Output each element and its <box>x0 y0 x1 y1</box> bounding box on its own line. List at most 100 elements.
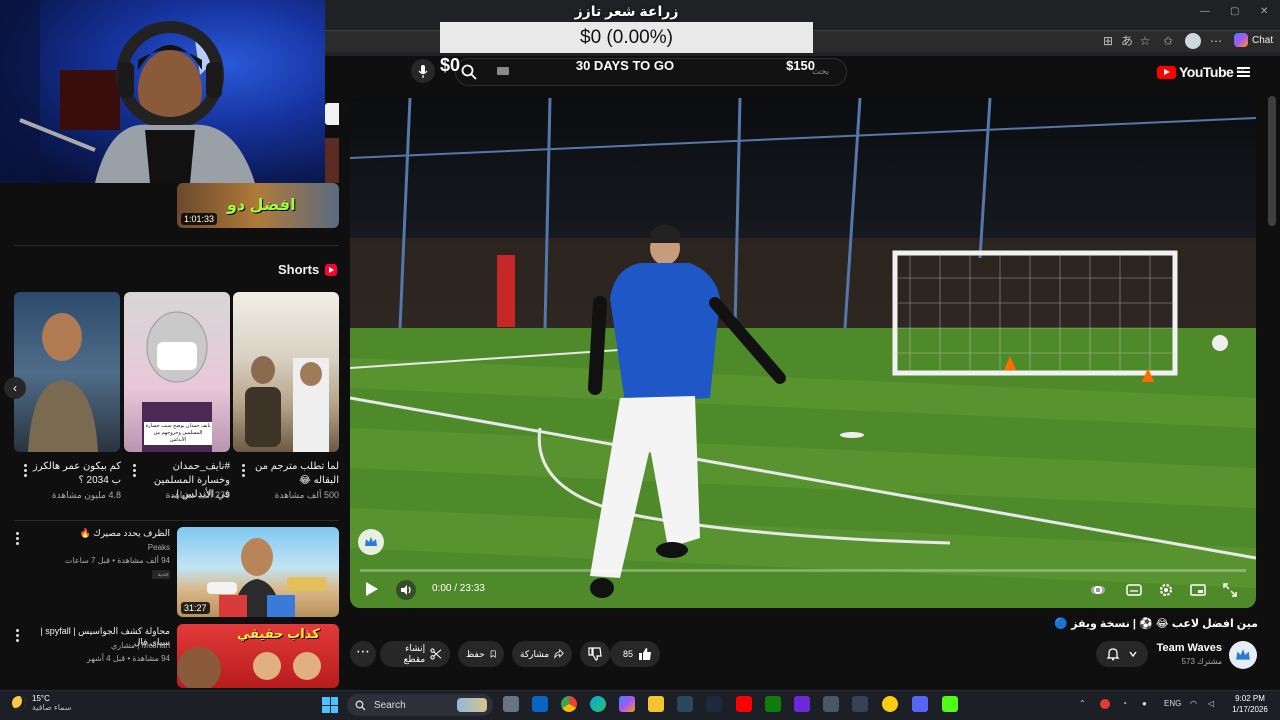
wifi-icon[interactable]: ◠ <box>1190 699 1197 708</box>
progress-bar[interactable] <box>360 569 1246 572</box>
short-menu-button[interactable] <box>242 464 246 479</box>
goal-progress-bar: $0 (0.00%) <box>440 22 813 53</box>
video-player[interactable] <box>350 98 1256 608</box>
start-button[interactable] <box>322 697 338 713</box>
subscribed-bell-button[interactable] <box>1096 641 1148 667</box>
related-video-channel[interactable]: Peaks <box>50 543 170 552</box>
bookmark-icon <box>490 650 496 658</box>
page-scrollbar[interactable] <box>1268 96 1276 226</box>
share-button[interactable]: مشاركة <box>512 641 572 667</box>
network-icon[interactable]: ◔ <box>1122 699 1127 708</box>
profile-avatar[interactable] <box>1185 33 1201 49</box>
search-icon <box>355 700 366 710</box>
taskbar-search[interactable]: Search <box>347 694 493 716</box>
related-video-channel[interactable]: Meshari | مشاري <box>50 641 170 650</box>
like-button[interactable]: 85 <box>610 641 660 667</box>
clip-button[interactable]: إنشاء مقطع <box>380 641 450 667</box>
hamburger-menu-icon[interactable] <box>1237 67 1250 77</box>
related-video-menu-button[interactable] <box>16 629 20 644</box>
app-icon[interactable] <box>852 696 868 712</box>
crown-icon <box>1236 649 1250 660</box>
related-video-meta: 94 مشاهدة • قبل 4 أشهر <box>86 654 170 663</box>
crown-icon <box>365 537 377 546</box>
short-menu-button[interactable] <box>24 464 28 479</box>
subtitles-icon[interactable] <box>1125 581 1143 599</box>
install-app-icon[interactable]: ⊞ <box>1100 33 1116 49</box>
short-menu-button[interactable] <box>133 464 137 479</box>
microphone-icon <box>418 64 428 78</box>
edge-icon[interactable] <box>590 696 606 712</box>
play-icon[interactable] <box>362 580 380 598</box>
short-views: 4.8 مليون مشاهدة <box>51 490 121 500</box>
bookmark-star-icon[interactable]: ☆ <box>1137 33 1153 49</box>
discord-icon[interactable] <box>912 696 928 712</box>
short-views: 500 ألف مشاهدة <box>274 490 339 500</box>
video-duration: 31:27 <box>181 602 210 614</box>
thumbs-down-icon <box>588 647 602 661</box>
more-menu-icon[interactable]: ⋯ <box>1208 33 1224 49</box>
speaker-icon[interactable]: ◁ <box>1208 699 1214 708</box>
language-indicator[interactable]: ENG <box>1164 699 1181 708</box>
xbox-icon[interactable] <box>765 696 781 712</box>
video-thumbnail[interactable]: افضل دو 1:01:33 <box>177 183 339 228</box>
kick-icon[interactable] <box>942 696 958 712</box>
copilot-chat-button[interactable]: Chat <box>1230 31 1277 49</box>
tray-overflow-icon[interactable]: ⌃ <box>1079 699 1086 708</box>
short-views: 279 ألف مشاهدة <box>165 490 230 500</box>
search-icon[interactable] <box>460 63 478 81</box>
file-explorer-icon[interactable] <box>648 696 664 712</box>
weather-widget[interactable]: 15°C سماء صافية <box>12 694 72 712</box>
related-video-title[interactable]: الظرف يحدد مصيرك 🔥 <box>50 528 170 539</box>
microphone-icon[interactable]: ● <box>1142 699 1147 708</box>
save-button[interactable]: حفظ <box>458 641 504 667</box>
close-window-button[interactable]: ✕ <box>1260 6 1268 17</box>
tray-app-icon[interactable] <box>1100 699 1110 709</box>
steam-icon[interactable] <box>677 696 693 712</box>
miniplayer-icon[interactable] <box>1189 581 1207 599</box>
dislike-button[interactable] <box>580 641 610 667</box>
keyboard-icon[interactable] <box>497 67 509 75</box>
maximize-button[interactable]: ▢ <box>1230 6 1239 17</box>
fullscreen-icon[interactable] <box>1221 581 1239 599</box>
youtube-app-icon[interactable] <box>736 696 752 712</box>
system-clock[interactable]: 9:02 PM 1/17/2026 <box>1228 693 1272 715</box>
shorts-previous-button[interactable]: ‹ <box>4 377 26 399</box>
video-thumbnail[interactable]: 31:27 <box>177 527 339 617</box>
task-view-icon[interactable] <box>503 696 519 712</box>
related-video-menu-button[interactable] <box>16 532 20 547</box>
voice-search-button[interactable] <box>411 59 435 83</box>
windows-taskbar <box>0 690 1280 720</box>
short-thumbnail[interactable] <box>233 292 339 452</box>
app-icon[interactable] <box>706 696 722 712</box>
video-title: مين افضل لاعب 😂 ⚽ | نسخة ويفز 🔵 <box>1054 618 1258 630</box>
copilot-icon[interactable] <box>619 696 635 712</box>
divider <box>14 520 339 521</box>
video-thumbnail[interactable]: كذاب حقيقي <box>177 624 339 688</box>
time-display: 0:00 / 23:33 <box>432 583 485 594</box>
app-icon[interactable] <box>882 696 898 712</box>
pause-autoplay-icon[interactable] <box>1089 581 1107 599</box>
favorites-icon[interactable]: ✩ <box>1160 33 1176 49</box>
game-controller-icon[interactable] <box>823 696 839 712</box>
shorts-icon <box>325 263 338 276</box>
chrome-icon[interactable] <box>561 696 577 712</box>
more-actions-button[interactable]: ⋯ <box>350 641 376 667</box>
channel-avatar[interactable] <box>1229 641 1257 669</box>
youtube-logo[interactable]: YouTube SA <box>1157 64 1244 80</box>
short-thumbnail[interactable] <box>14 292 120 452</box>
settings-gear-icon[interactable] <box>1157 581 1175 599</box>
volume-icon[interactable] <box>396 580 416 600</box>
minimize-button[interactable]: — <box>1200 6 1210 17</box>
outlook-icon[interactable] <box>532 696 548 712</box>
short-title[interactable]: كم بيكون عمر هالكرز ب 2034 ؟ <box>31 460 121 488</box>
translate-icon[interactable]: あ <box>1119 33 1135 49</box>
teams-icon[interactable] <box>794 696 810 712</box>
short-thumbnail[interactable]: نايف حمدان يوضح سبب خسارة المسلمين وخروج… <box>124 292 230 452</box>
streamer-image <box>0 0 255 183</box>
short-title[interactable]: لما تطلب مترجم من البقاله 😂 <box>249 460 339 488</box>
chevron-down-icon <box>1129 651 1137 658</box>
share-icon <box>554 648 564 659</box>
goal-title: زراعة شعر تازز <box>574 3 679 19</box>
panel-toggle[interactable] <box>325 103 339 125</box>
channel-watermark[interactable] <box>358 529 384 555</box>
